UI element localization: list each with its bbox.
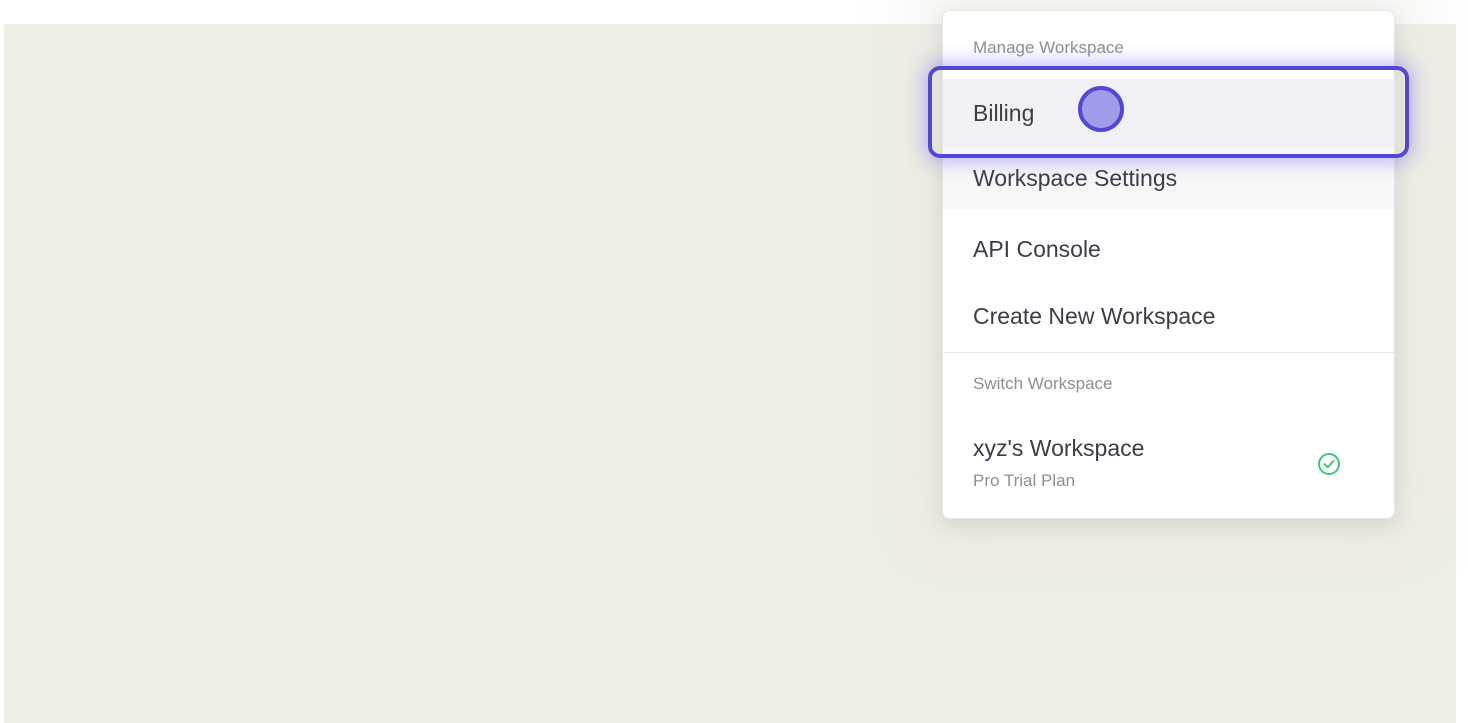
menu-item-label: API Console [973, 235, 1101, 262]
workspace-plan: Pro Trial Plan [973, 471, 1076, 490]
check-circle-icon [1318, 453, 1340, 475]
menu-item-label: Create New Workspace [973, 302, 1216, 329]
workspace-dropdown-menu: Manage Workspace Billing Workspace Setti… [942, 10, 1395, 519]
menu-item-label: Billing [973, 99, 1035, 126]
switch-workspace-section-label: Switch Workspace [973, 374, 1113, 393]
menu-item-create-new-workspace[interactable]: Create New Workspace [943, 283, 1394, 349]
menu-item-api-console[interactable]: API Console [943, 216, 1394, 282]
menu-divider [943, 352, 1394, 353]
menu-item-label: Workspace Settings [973, 164, 1178, 191]
menu-item-billing[interactable]: Billing [943, 79, 1394, 147]
workspace-option-xyz[interactable]: xyz's Workspace Pro Trial Plan [943, 431, 1394, 501]
manage-workspace-section-label: Manage Workspace [973, 38, 1124, 57]
workspace-name: xyz's Workspace [973, 435, 1145, 461]
menu-item-workspace-settings[interactable]: Workspace Settings [943, 147, 1394, 209]
